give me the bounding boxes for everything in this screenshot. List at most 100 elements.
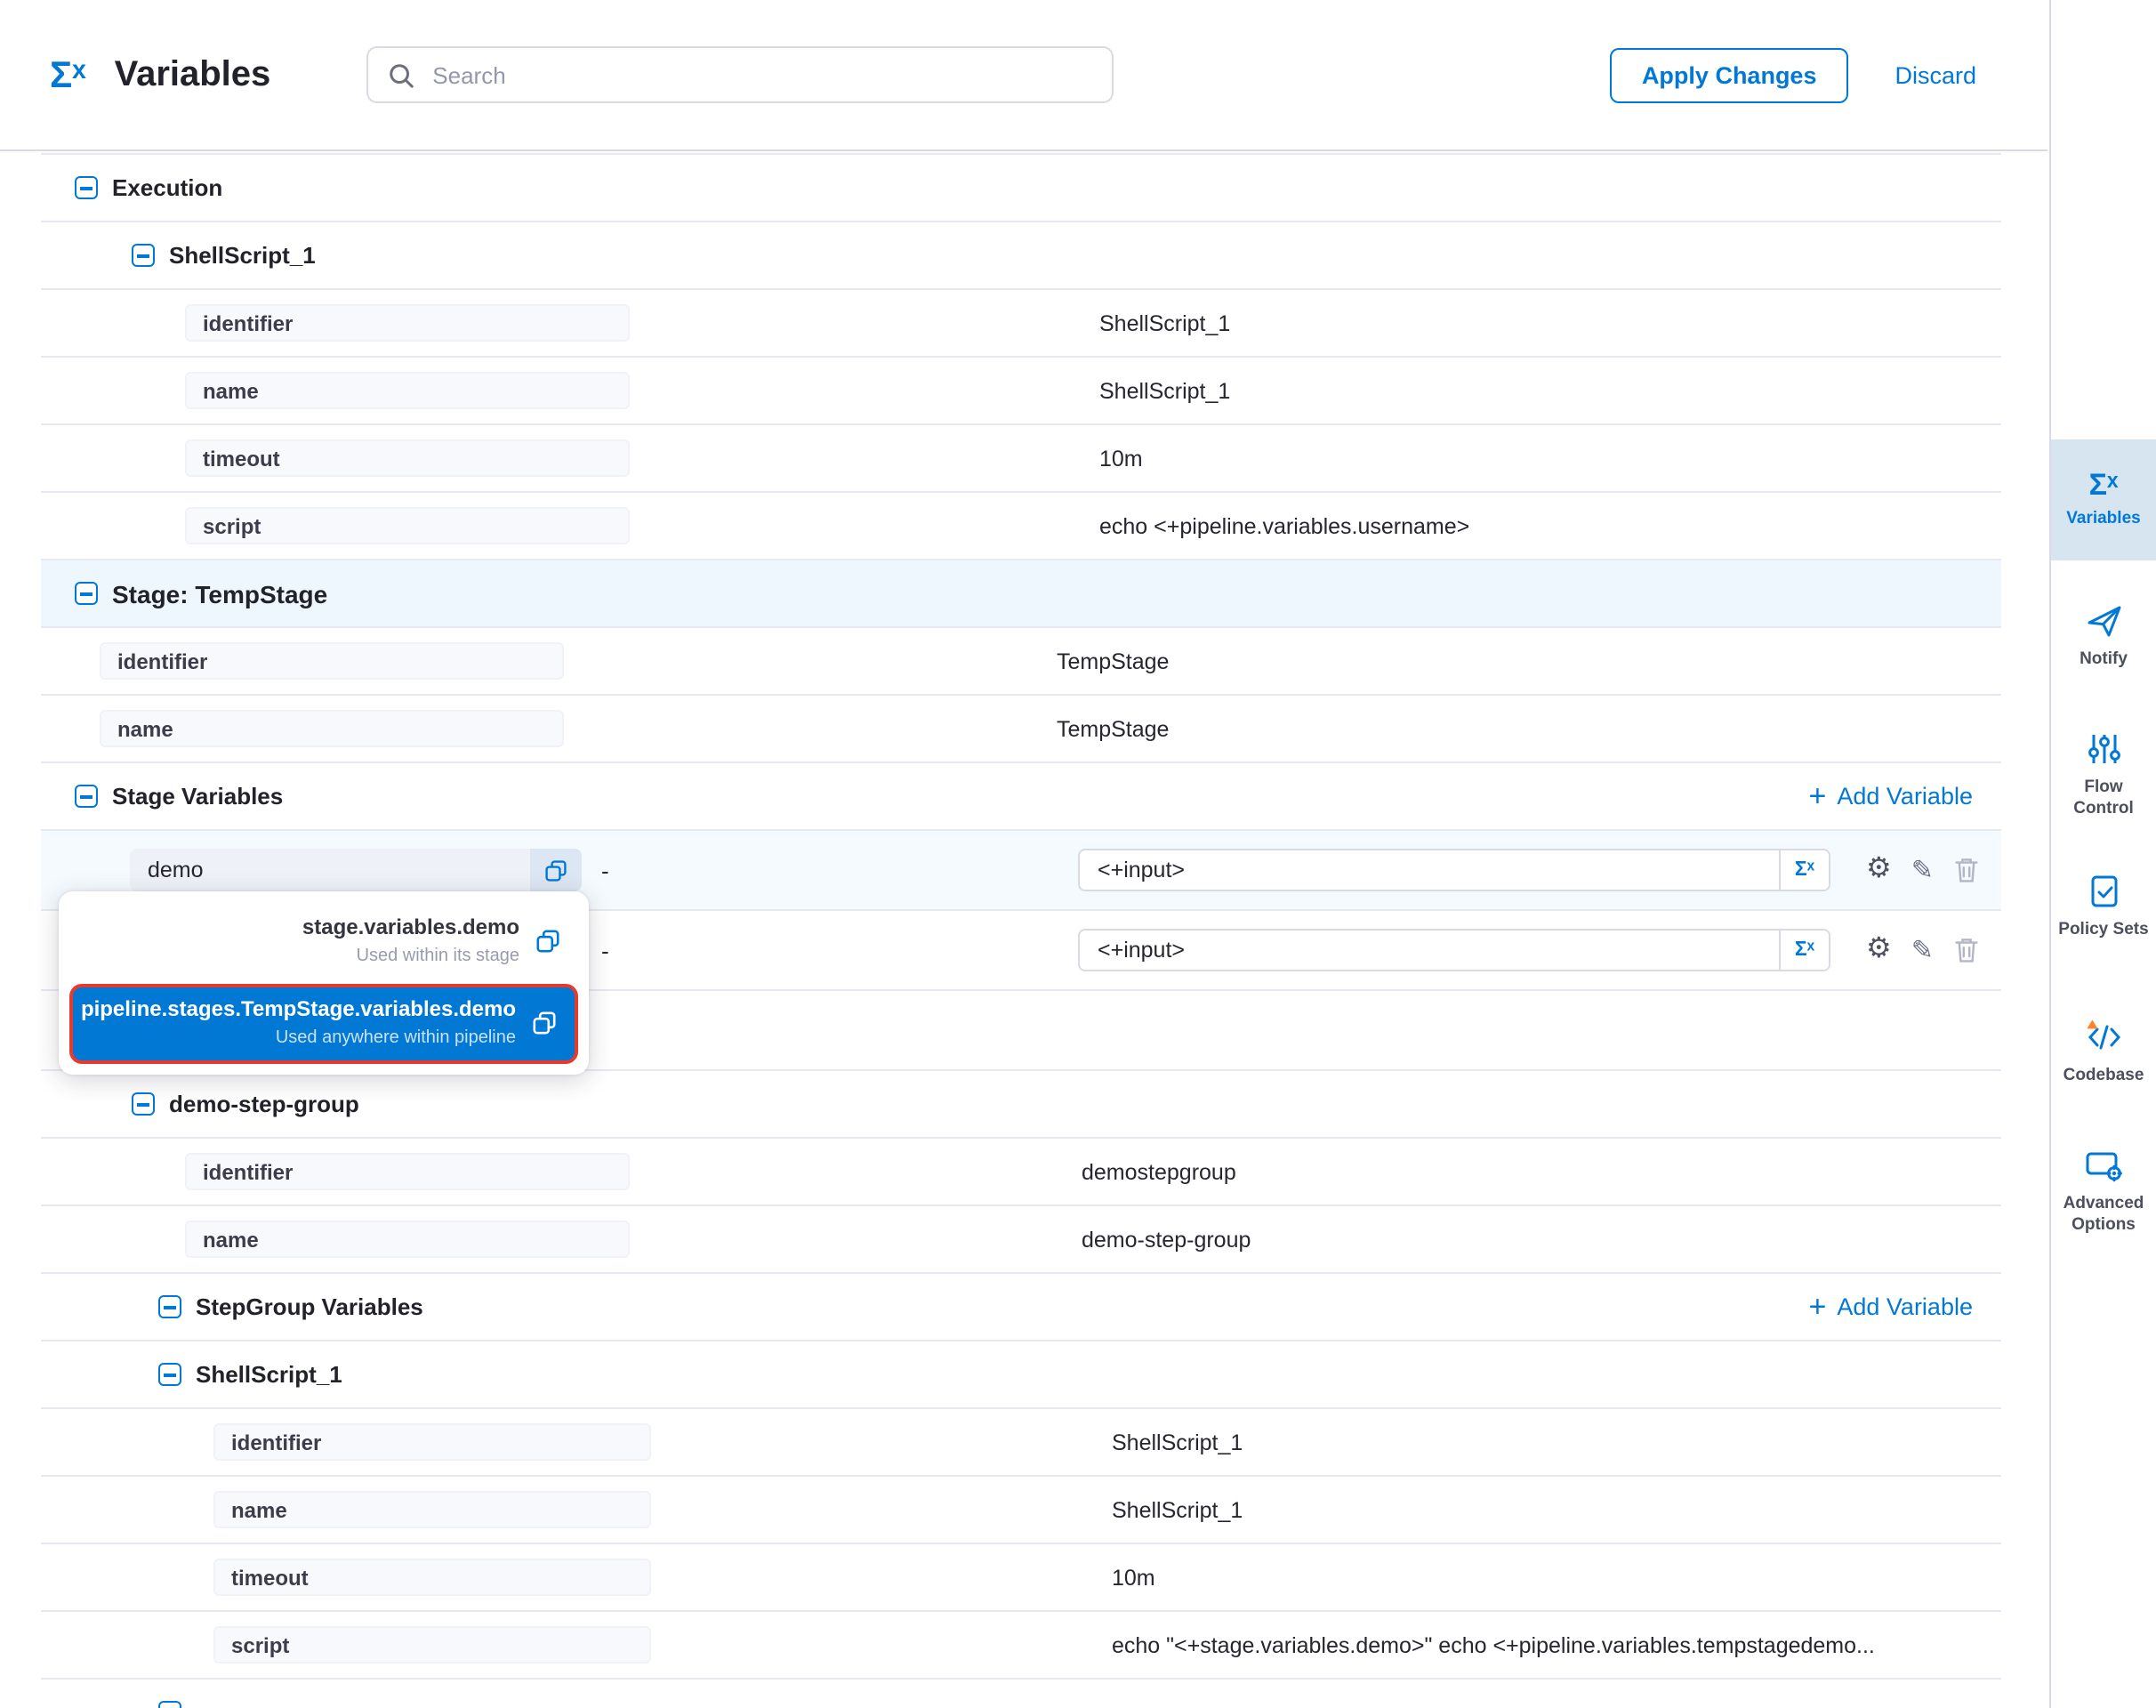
copy-icon[interactable] xyxy=(532,1010,557,1035)
field-label: identifier xyxy=(185,1153,630,1190)
tree-row-execution: Execution xyxy=(41,155,2001,222)
field-value: ShellScript_1 xyxy=(1112,1409,1243,1475)
field-label: identifier xyxy=(213,1423,651,1461)
field-label: name xyxy=(213,1491,651,1528)
variable-name-text: demo xyxy=(130,858,530,882)
field-label: script xyxy=(213,1626,651,1664)
section-label: demo-step-group xyxy=(169,1091,359,1117)
field-row-name: name ShellScript_1 xyxy=(41,358,2001,425)
field-value: 10m xyxy=(1112,1544,1155,1610)
collapse-icon[interactable] xyxy=(158,1701,181,1708)
apply-changes-button[interactable]: Apply Changes xyxy=(1610,47,1849,102)
field-label: name xyxy=(185,1221,630,1258)
field-value: demostepgroup xyxy=(1082,1139,1236,1204)
variable-name-input[interactable]: demo xyxy=(130,849,582,891)
paper-plane-icon xyxy=(2084,601,2123,640)
code-warning-icon xyxy=(2082,1018,2125,1057)
delete-icon[interactable] xyxy=(1953,856,1980,884)
tree-row-stage-tempstage: Stage: TempStage xyxy=(41,560,2001,628)
variable-value-text: <+input> xyxy=(1080,858,1779,882)
collapse-icon[interactable] xyxy=(158,1363,181,1386)
rail-label: Notify xyxy=(2074,649,2133,671)
field-label-text: identifier xyxy=(231,1430,321,1454)
section-label: ShellScript_1 xyxy=(169,242,316,269)
variable-path-popup: stage.variables.demo Used within its sta… xyxy=(59,891,589,1075)
option-path: pipeline.stages.TempStage.variables.demo xyxy=(81,996,516,1021)
field-row-script: script echo <+pipeline.variables.usernam… xyxy=(41,493,2001,560)
field-row-name: name TempStage xyxy=(41,696,2001,763)
field-label-text: timeout xyxy=(231,1565,309,1590)
collapse-icon[interactable] xyxy=(132,1092,155,1116)
field-label: identifier xyxy=(185,304,630,342)
section-label: ShellScript_1 xyxy=(196,1361,342,1388)
section-label: Execution xyxy=(112,174,222,201)
copy-icon[interactable] xyxy=(535,928,560,953)
field-row-name: name ShellScript_1 xyxy=(41,1477,2001,1544)
variable-value-input[interactable]: <+input> Σˣ xyxy=(1078,849,1830,891)
field-label-text: name xyxy=(203,378,259,403)
rail-item-policy-sets[interactable]: Policy Sets xyxy=(2051,872,2156,941)
required-dash: - xyxy=(601,911,609,989)
field-label-text: script xyxy=(231,1632,289,1657)
right-rail: Σˣ Variables Notify Flow Control Policy … xyxy=(2049,0,2156,1708)
variable-path-option-pipeline-selected[interactable]: pipeline.stages.TempStage.variables.demo… xyxy=(69,984,578,1064)
field-label: name xyxy=(100,710,564,747)
collapse-icon[interactable] xyxy=(75,176,98,199)
field-label: identifier xyxy=(100,642,564,680)
collapse-icon[interactable] xyxy=(75,785,98,808)
rail-item-advanced-options[interactable]: Advanced Options xyxy=(2051,1146,2156,1237)
field-row-identifier: identifier ShellScript_1 xyxy=(41,290,2001,358)
option-texts: stage.variables.demo Used within its sta… xyxy=(302,914,519,966)
field-row-timeout: timeout 10m xyxy=(41,425,2001,493)
rail-item-variables[interactable]: Σˣ Variables xyxy=(2051,439,2156,560)
page-title: Variables xyxy=(115,54,271,95)
tree-row-shellscript: ShellScript_1 xyxy=(41,1341,2001,1409)
field-label: name xyxy=(185,372,630,409)
add-variable-button[interactable]: + Add Variable xyxy=(1809,763,1974,829)
row-actions: ⚙ ✎ xyxy=(1866,911,1980,989)
rail-label: Flow Control xyxy=(2051,777,2156,820)
delete-icon[interactable] xyxy=(1953,936,1980,964)
field-label-text: identifier xyxy=(203,1159,293,1184)
field-value: ShellScript_1 xyxy=(1112,1477,1243,1543)
add-variable-label: Add Variable xyxy=(1837,783,1973,810)
collapse-icon[interactable] xyxy=(75,582,98,605)
settings-icon[interactable]: ⚙ xyxy=(1866,936,1892,964)
edit-icon[interactable]: ✎ xyxy=(1911,857,1934,883)
search-input[interactable] xyxy=(429,60,1092,90)
collapse-icon[interactable] xyxy=(158,1295,181,1318)
settings-icon[interactable]: ⚙ xyxy=(1866,856,1892,884)
discard-button[interactable]: Discard xyxy=(1895,61,1976,88)
stage-title: Stage: TempStage xyxy=(112,579,327,608)
option-scope: Used within its stage xyxy=(357,947,519,966)
rail-item-notify[interactable]: Notify xyxy=(2051,601,2156,671)
field-label-text: name xyxy=(203,1227,259,1252)
field-value: echo <+pipeline.variables.username> xyxy=(1099,493,1469,559)
section-label: StepGroup Variables xyxy=(196,1293,423,1320)
field-value: demo-step-group xyxy=(1082,1206,1251,1272)
rail-label: Advanced Options xyxy=(2051,1194,2156,1237)
variable-value-input[interactable]: <+input> Σˣ xyxy=(1078,929,1830,971)
rail-item-flow-control[interactable]: Flow Control xyxy=(2051,729,2156,820)
field-value: TempStage xyxy=(1057,628,1169,694)
advanced-options-icon xyxy=(2082,1146,2125,1185)
sliders-icon xyxy=(2084,729,2123,769)
expression-toggle[interactable]: Σˣ xyxy=(1779,931,1829,970)
search-box[interactable] xyxy=(366,46,1114,103)
rail-label: Variables xyxy=(2061,509,2145,530)
field-label-text: script xyxy=(203,513,261,538)
row-actions: ⚙ ✎ xyxy=(1866,831,1980,909)
plus-icon: + xyxy=(1809,781,1827,811)
add-variable-button[interactable]: + Add Variable xyxy=(1809,1274,1974,1340)
edit-icon[interactable]: ✎ xyxy=(1911,937,1934,963)
collapse-icon[interactable] xyxy=(132,244,155,267)
field-label: timeout xyxy=(213,1559,651,1596)
field-label: timeout xyxy=(185,439,630,477)
variable-path-option-stage[interactable]: stage.variables.demo Used within its sta… xyxy=(69,904,578,980)
copy-icon[interactable] xyxy=(530,849,582,891)
search-icon xyxy=(388,61,414,88)
rail-item-codebase[interactable]: Codebase xyxy=(2051,1018,2156,1087)
tree-row-demo-step-group: demo-step-group xyxy=(41,1071,2001,1139)
expression-toggle[interactable]: Σˣ xyxy=(1779,850,1829,890)
tree-row-stepgroup-variables: StepGroup Variables + Add Variable xyxy=(41,1274,2001,1341)
